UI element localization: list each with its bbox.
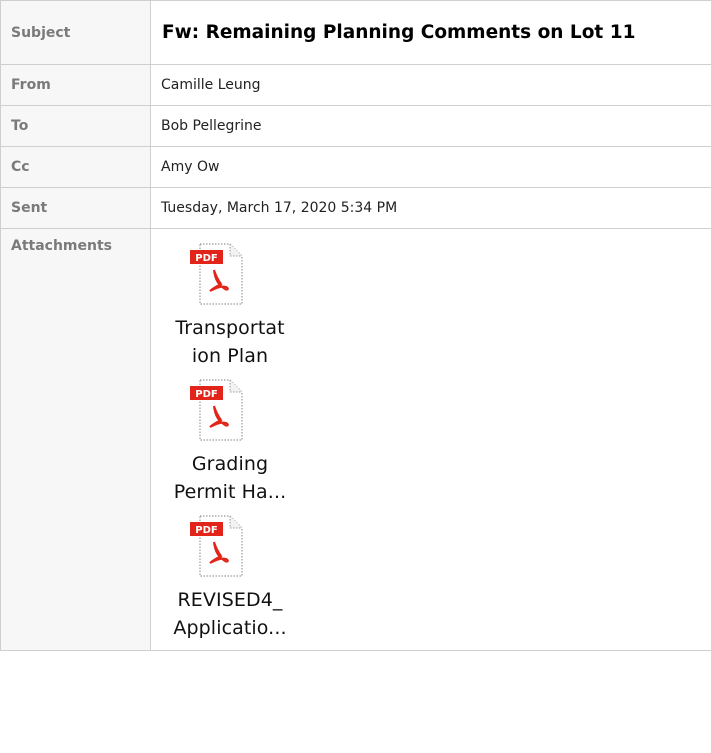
from-row: From Camille Leung bbox=[0, 64, 711, 106]
attachment-name: Transportat ion Plan bbox=[152, 314, 310, 370]
pdf-file-icon: PDF bbox=[190, 379, 243, 441]
sent-label: Sent bbox=[0, 187, 151, 229]
cc-row: Cc Amy Ow bbox=[0, 146, 711, 188]
attachment-name-line1: Grading bbox=[191, 453, 269, 475]
attachment-item[interactable]: PDF Grading Permit Ha... bbox=[152, 378, 310, 506]
cc-label: Cc bbox=[0, 146, 151, 188]
sent-value: Tuesday, March 17, 2020 5:34 PM bbox=[150, 187, 711, 229]
pdf-badge-text: PDF bbox=[195, 253, 217, 264]
attachment-name-line2: ion Plan bbox=[191, 345, 269, 367]
pdf-badge-text: PDF bbox=[195, 389, 217, 400]
attachment-name: REVISED4_ Applicatio... bbox=[152, 586, 310, 642]
to-label: To bbox=[0, 105, 151, 147]
attachment-item[interactable]: PDF Transportat ion Plan bbox=[152, 242, 310, 370]
subject-label: Subject bbox=[0, 0, 151, 65]
attachments-cell: PDF Transportat ion Plan PDF Grading Per… bbox=[150, 228, 711, 651]
pdf-file-icon: PDF bbox=[190, 515, 243, 577]
attachment-name-line1: REVISED4_ bbox=[177, 589, 283, 611]
subject-row: Subject Fw: Remaining Planning Comments … bbox=[0, 0, 711, 65]
cc-value[interactable]: Amy Ow bbox=[150, 146, 711, 188]
attachments-label: Attachments bbox=[0, 228, 151, 651]
attachment-name-line2: Permit Ha... bbox=[173, 481, 287, 503]
attachments-row: Attachments PDF Transportat ion Plan PDF… bbox=[0, 228, 711, 651]
pdf-badge-text: PDF bbox=[195, 525, 217, 536]
to-row: To Bob Pellegrine bbox=[0, 105, 711, 147]
attachment-item[interactable]: PDF REVISED4_ Applicatio... bbox=[152, 514, 310, 642]
email-header-table: Subject Fw: Remaining Planning Comments … bbox=[0, 0, 711, 651]
from-value[interactable]: Camille Leung bbox=[150, 64, 711, 106]
subject-value: Fw: Remaining Planning Comments on Lot 1… bbox=[150, 0, 711, 65]
sent-row: Sent Tuesday, March 17, 2020 5:34 PM bbox=[0, 187, 711, 229]
attachment-name-line1: Transportat bbox=[175, 317, 285, 339]
attachment-name: Grading Permit Ha... bbox=[152, 450, 310, 506]
attachment-list: PDF Transportat ion Plan PDF Grading Per… bbox=[152, 230, 312, 643]
pdf-file-icon: PDF bbox=[190, 243, 243, 305]
to-value[interactable]: Bob Pellegrine bbox=[150, 105, 711, 147]
attachment-name-line2: Applicatio... bbox=[173, 617, 287, 639]
from-label: From bbox=[0, 64, 151, 106]
